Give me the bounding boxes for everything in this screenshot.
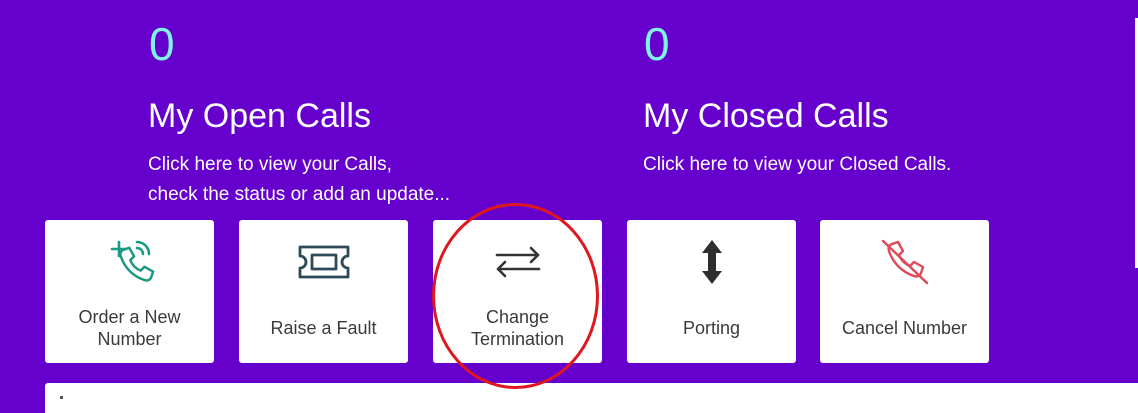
porting-label: Porting: [682, 317, 741, 338]
closed-calls-link[interactable]: Click here to view your Closed Calls.: [643, 150, 1113, 180]
open-calls-link[interactable]: Click here to view your Calls, check the…: [148, 150, 618, 210]
change-termination-label: Change Termination: [470, 306, 565, 349]
cancel-number-tile[interactable]: Cancel Number: [820, 220, 989, 363]
closed-calls-count: 0: [644, 18, 670, 70]
open-calls-title: My Open Calls: [148, 97, 371, 135]
closed-calls-title: My Closed Calls: [643, 97, 889, 135]
vertical-arrows-icon: [627, 238, 796, 286]
phone-cancel-icon: [820, 238, 989, 286]
raise-fault-tile[interactable]: Raise a Fault: [239, 220, 408, 363]
change-termination-tile[interactable]: Change Termination: [433, 220, 602, 363]
swap-arrows-icon: [433, 238, 602, 286]
order-new-number-label: Order a New Number: [78, 306, 181, 349]
open-calls-desc-line2: check the status or add an update...: [148, 184, 451, 205]
order-new-number-tile[interactable]: Order a New Number: [45, 220, 214, 363]
closed-calls-desc-line1: Click here to view your Closed Calls.: [643, 154, 952, 175]
raise-fault-label: Raise a Fault: [270, 317, 377, 338]
porting-tile[interactable]: Porting: [627, 220, 796, 363]
open-calls-panel[interactable]: 0 My Open Calls Click here to view your …: [148, 18, 618, 210]
panel-marker: [60, 396, 63, 399]
content-panel: [45, 383, 1138, 413]
cancel-number-label: Cancel Number: [841, 317, 968, 338]
phone-plus-icon: [45, 238, 214, 286]
ticket-icon: [239, 238, 408, 286]
open-calls-count: 0: [149, 18, 175, 70]
closed-calls-panel[interactable]: 0 My Closed Calls Click here to view you…: [643, 18, 1113, 180]
open-calls-desc-line1: Click here to view your Calls,: [148, 154, 392, 175]
